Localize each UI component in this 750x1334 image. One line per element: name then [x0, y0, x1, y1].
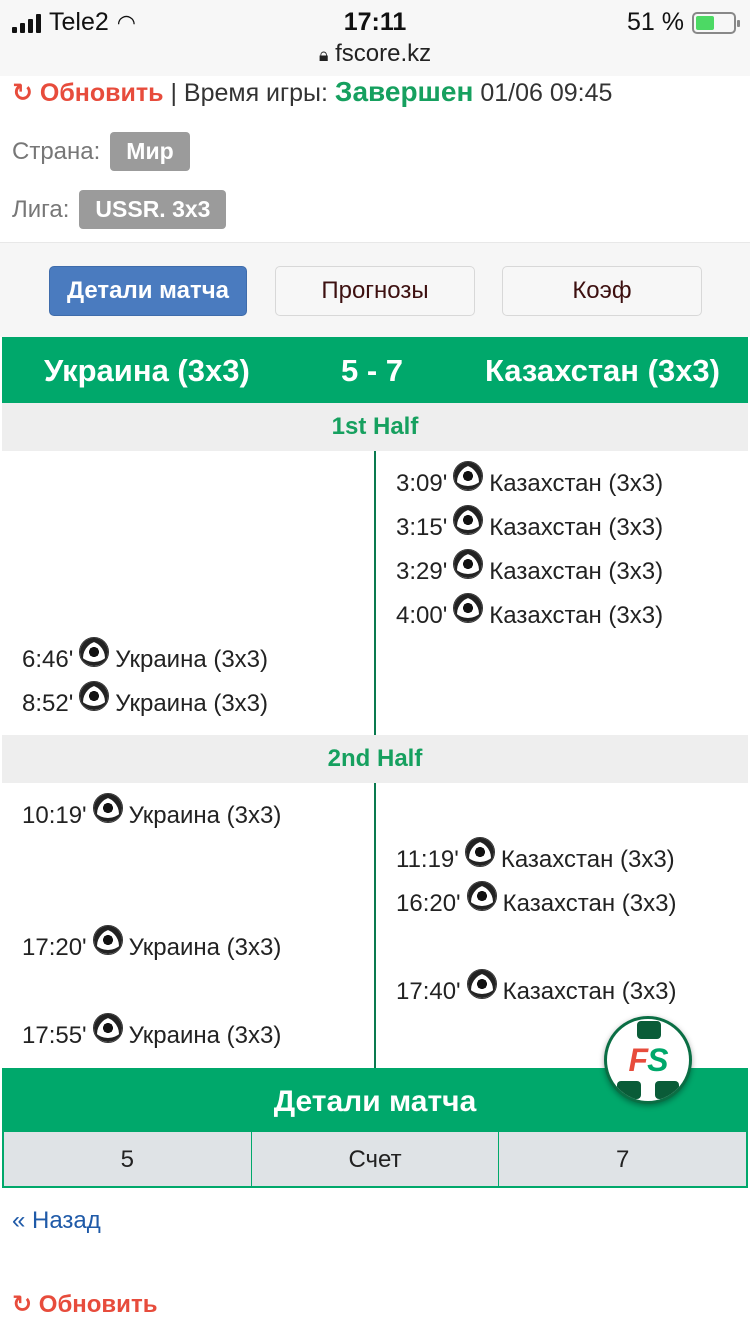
logo-patch: [655, 1081, 679, 1099]
url-text: fscore.kz: [335, 40, 432, 67]
goal-event: 10:19' Украина (3x3): [22, 793, 282, 831]
refresh-link[interactable]: Обновить: [40, 79, 164, 107]
ball-icon: [92, 1013, 123, 1043]
ball-icon: [466, 881, 497, 911]
goal-event: 3:09' Казахстан (3x3): [396, 461, 664, 499]
ball-icon: [453, 549, 484, 579]
tab-match-details[interactable]: Детали матча: [49, 266, 247, 316]
goal-team: Казахстан (3x3): [502, 890, 677, 917]
ball-icon: [466, 969, 497, 999]
match-score: 5 - 7: [341, 353, 404, 388]
score-header: Украина (3x3) 5 - 7 Казахстан (3x3): [2, 337, 748, 403]
fs-logo-text: FS: [628, 1041, 669, 1078]
ball-icon: [464, 837, 495, 867]
game-time-label: Время игры:: [183, 79, 335, 107]
goal-team: Казахстан (3x3): [489, 558, 664, 585]
goal-team: Украина (3x3): [128, 802, 282, 829]
separator: |: [163, 79, 184, 107]
goal-minute: 16:20': [396, 890, 461, 917]
goal-event: 6:46' Украина (3x3): [22, 637, 269, 675]
half-title-second: 2nd Half: [2, 735, 748, 783]
events-divider: [374, 451, 376, 735]
goal-team: Украина (3x3): [128, 1022, 282, 1049]
goal-event: 4:00' Казахстан (3x3): [396, 593, 664, 631]
battery-percent: 51 %: [627, 8, 684, 36]
goal-event: 3:29' Казахстан (3x3): [396, 549, 664, 587]
goal-minute: 4:00': [396, 602, 448, 629]
league-badge[interactable]: USSR. 3x3: [79, 190, 227, 229]
goal-minute: 6:46': [22, 646, 74, 673]
refresh-row-bottom: ↻ Обновить: [12, 1290, 157, 1319]
logo-patch: [637, 1021, 661, 1039]
ball-icon: [453, 505, 484, 535]
ball-icon: [453, 593, 484, 623]
goal-team: Украина (3x3): [128, 934, 282, 961]
refresh-link-bottom[interactable]: Обновить: [39, 1291, 158, 1318]
browser-status-bar: Tele2 ◠ 17:11 🔒︎ fscore.kz 51 %: [0, 0, 750, 76]
details-score-row: 5 Счет 7: [2, 1132, 748, 1188]
tab-predictions[interactable]: Прогнозы: [275, 266, 475, 316]
goal-minute: 10:19': [22, 802, 87, 829]
refresh-icon[interactable]: ↻: [12, 1291, 32, 1318]
home-team-name: Украина (3x3): [44, 353, 250, 388]
country-badge[interactable]: Мир: [110, 132, 190, 171]
goal-event: 17:20' Украина (3x3): [22, 925, 282, 963]
goal-minute: 3:29': [396, 558, 448, 585]
league-row: Лига: USSR. 3x3: [12, 190, 227, 229]
goal-team: Казахстан (3x3): [489, 470, 664, 497]
goal-minute: 17:20': [22, 934, 87, 961]
score-label-cell: Счет: [251, 1132, 500, 1186]
ball-icon: [92, 925, 123, 955]
goal-minute: 3:09': [396, 470, 448, 497]
goal-minute: 8:52': [22, 690, 74, 717]
goal-team: Украина (3x3): [115, 690, 269, 717]
ball-icon: [79, 681, 110, 711]
country-row: Страна: Мир: [12, 132, 190, 171]
goal-minute: 3:15': [396, 514, 448, 541]
refresh-row: ↻ Обновить | Время игры: Завершен 01/06 …: [12, 76, 612, 108]
league-label: Лига:: [12, 195, 70, 223]
ball-icon: [453, 461, 484, 491]
country-label: Страна:: [12, 137, 101, 165]
goal-event: 11:19' Казахстан (3x3): [396, 837, 675, 875]
home-score-cell: 5: [4, 1132, 252, 1186]
goal-team: Казахстан (3x3): [489, 602, 664, 629]
goal-event: 16:20' Казахстан (3x3): [396, 881, 677, 919]
goal-event: 17:40' Казахстан (3x3): [396, 969, 677, 1007]
half-title-first: 1st Half: [2, 403, 748, 451]
goal-team: Казахстан (3x3): [489, 514, 664, 541]
goal-team: Украина (3x3): [115, 646, 269, 673]
ball-icon: [79, 637, 110, 667]
first-half-events: 3:09' Казахстан (3x3) 3:15' Казахстан (3x3…: [2, 451, 748, 735]
goal-team: Казахстан (3x3): [502, 978, 677, 1005]
battery-info: 51 %: [627, 8, 740, 37]
match-info: ↻ Обновить | Время игры: Завершен 01/06 …: [0, 76, 750, 242]
match-status: Завершен: [334, 76, 474, 107]
back-link[interactable]: « Назад: [12, 1207, 101, 1235]
match-datetime: 01/06 09:45: [473, 79, 613, 107]
goal-minute: 17:55': [22, 1022, 87, 1049]
goal-minute: 17:40': [396, 978, 461, 1005]
goal-team: Казахстан (3x3): [500, 846, 675, 873]
goal-event: 17:55' Украина (3x3): [22, 1013, 282, 1051]
goal-event: 8:52' Украина (3x3): [22, 681, 269, 719]
refresh-icon[interactable]: ↻: [12, 79, 33, 107]
address-bar[interactable]: 🔒︎ fscore.kz: [0, 40, 750, 68]
away-score-cell: 7: [499, 1132, 747, 1186]
battery-icon: [692, 11, 740, 34]
tab-odds[interactable]: Коэф: [502, 266, 702, 316]
fs-logo-button[interactable]: FS: [604, 1016, 692, 1104]
away-team-name: Казахстан (3x3): [485, 353, 720, 388]
tab-bar: Детали матча Прогнозы Коэф: [0, 242, 750, 337]
events-divider: [374, 783, 376, 1068]
logo-patch: [617, 1081, 641, 1099]
ball-icon: [92, 793, 123, 823]
goal-event: 3:15' Казахстан (3x3): [396, 505, 664, 543]
goal-minute: 11:19': [396, 846, 459, 873]
lock-icon: 🔒︎: [318, 45, 329, 65]
